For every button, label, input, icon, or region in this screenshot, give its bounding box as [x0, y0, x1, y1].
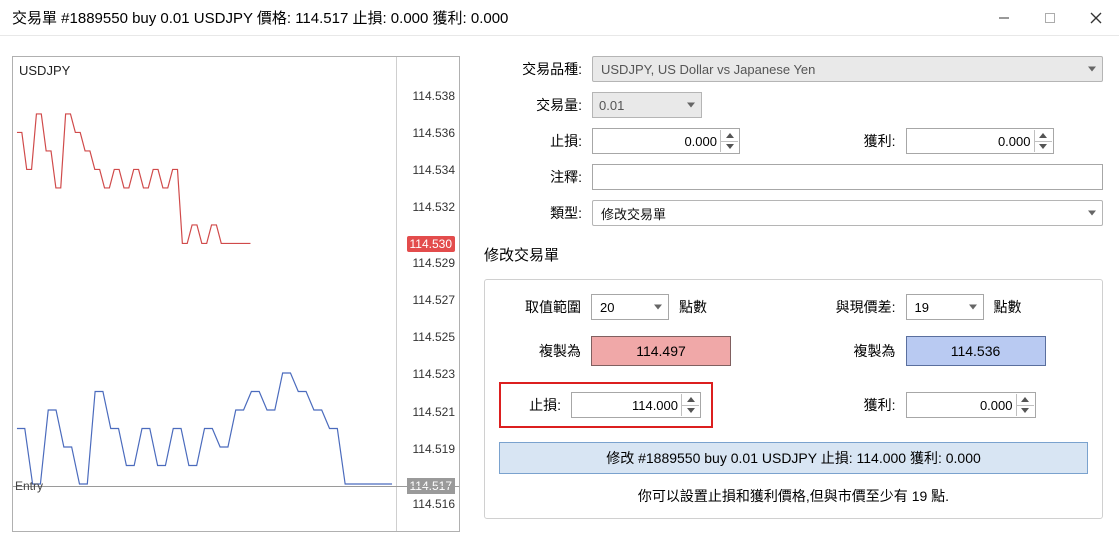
comment-input[interactable] — [592, 164, 1103, 190]
y-tick-label: 114.521 — [413, 405, 456, 419]
chevron-down-icon — [654, 305, 662, 310]
sl-highlight-frame: 止損: 114.000 — [499, 382, 713, 428]
y-tick-label: 114.534 — [413, 163, 456, 177]
modify-tp-label: 獲利: — [794, 395, 906, 415]
modify-sl-input[interactable]: 114.000 — [571, 392, 701, 418]
type-label: 類型: — [484, 203, 592, 223]
window-controls — [981, 0, 1119, 36]
chevron-down-icon — [687, 103, 695, 108]
range-label: 取值範圍 — [499, 297, 591, 317]
y-tick-label: 114.527 — [413, 293, 456, 307]
maximize-button[interactable] — [1027, 0, 1073, 36]
arrow-up-icon[interactable] — [681, 394, 699, 406]
titlebar: 交易單 #1889550 buy 0.01 USDJPY 價格: 114.517… — [0, 0, 1119, 36]
order-form: 交易品種: USDJPY, US Dollar vs Japanese Yen … — [484, 56, 1103, 535]
minimize-button[interactable] — [981, 0, 1027, 36]
diff-unit: 點數 — [994, 297, 1022, 317]
volume-label: 交易量: — [484, 95, 592, 115]
y-tick-label: 114.523 — [413, 367, 456, 381]
range-select[interactable]: 20 — [591, 294, 669, 320]
chevron-down-icon — [1088, 67, 1096, 72]
sl-input[interactable]: 0.000 — [592, 128, 740, 154]
chevron-down-icon — [1088, 211, 1096, 216]
modify-sl-label: 止損: — [511, 395, 571, 415]
arrow-up-icon[interactable] — [720, 130, 738, 142]
y-tick-label: 114.525 — [413, 330, 456, 344]
y-tick-label: 114.536 — [413, 126, 456, 140]
y-tick-label: 114.519 — [413, 442, 456, 456]
y-tick-label: 114.529 — [413, 256, 456, 270]
arrow-down-icon[interactable] — [1016, 406, 1034, 417]
modify-tp-input[interactable]: 0.000 — [906, 392, 1036, 418]
symbol-label: 交易品種: — [484, 59, 592, 79]
y-tick-label: 114.538 — [413, 89, 456, 103]
modify-group-title: 修改交易單 — [484, 244, 1103, 265]
modify-hint: 你可以設置止損和獲利價格,但與市價至少有 19 點. — [499, 486, 1088, 506]
y-tick-label: 114.516 — [413, 497, 456, 511]
price-chart: USDJPY 114.538114.536114.534114.532114.5… — [12, 56, 460, 532]
modify-submit-button[interactable]: 修改 #1889550 buy 0.01 USDJPY 止損: 114.000 … — [499, 442, 1088, 474]
type-select[interactable]: 修改交易單 — [592, 200, 1103, 226]
window-title: 交易單 #1889550 buy 0.01 USDJPY 價格: 114.517… — [12, 7, 508, 28]
symbol-select[interactable]: USDJPY, US Dollar vs Japanese Yen — [592, 56, 1103, 82]
modify-panel: 取值範圍 20 點數 與現價差: 19 點數 — [484, 279, 1103, 519]
arrow-down-icon[interactable] — [1034, 142, 1052, 153]
comment-label: 注釋: — [484, 167, 592, 187]
arrow-up-icon[interactable] — [1016, 394, 1034, 406]
volume-input[interactable]: 0.01 — [592, 92, 702, 118]
arrow-up-icon[interactable] — [1034, 130, 1052, 142]
entry-label: Entry — [15, 479, 43, 493]
range-unit: 點數 — [679, 297, 707, 317]
arrow-down-icon[interactable] — [681, 406, 699, 417]
diff-select[interactable]: 19 — [906, 294, 984, 320]
copy-sl-button[interactable]: 114.497 — [591, 336, 731, 366]
copy-tp-label: 複製為 — [794, 341, 906, 361]
y-tick-label: 114.530 — [407, 236, 456, 252]
diff-label: 與現價差: — [794, 297, 906, 317]
copy-tp-button[interactable]: 114.536 — [906, 336, 1046, 366]
tp-label: 獲利: — [794, 131, 906, 151]
close-button[interactable] — [1073, 0, 1119, 36]
entry-line — [13, 486, 459, 487]
sl-label: 止損: — [484, 131, 592, 151]
chart-canvas — [13, 57, 397, 531]
y-tick-label: 114.532 — [413, 200, 456, 214]
chevron-down-icon — [969, 305, 977, 310]
copy-sl-label: 複製為 — [499, 341, 591, 361]
arrow-down-icon[interactable] — [720, 142, 738, 153]
tp-input[interactable]: 0.000 — [906, 128, 1054, 154]
